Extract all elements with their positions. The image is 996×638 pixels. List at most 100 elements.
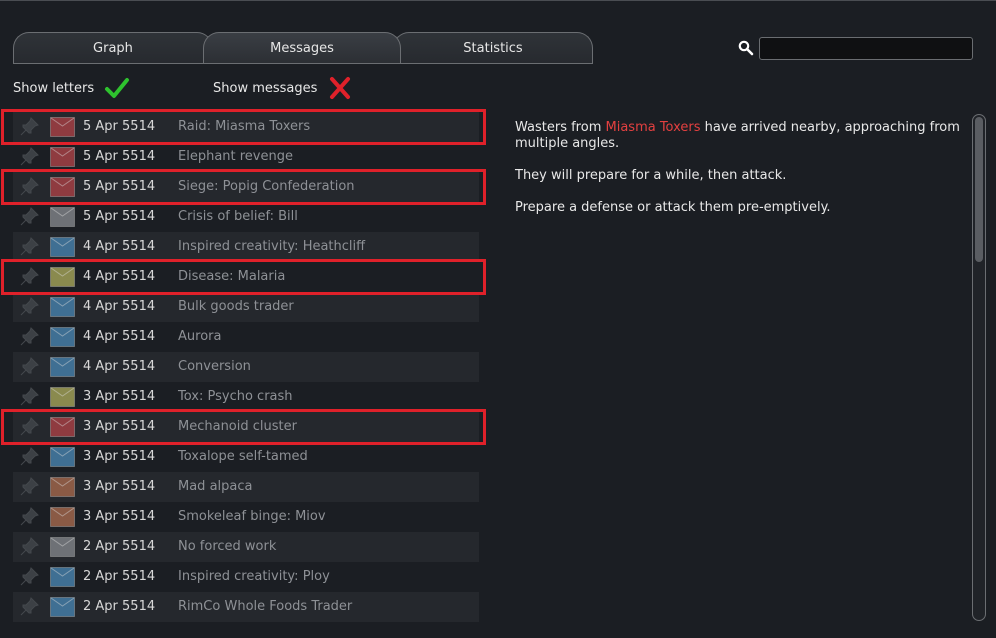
letter-row[interactable]: 3 Apr 5514 Mechanoid cluster [13, 412, 479, 442]
letter-date: 3 Apr 5514 [83, 449, 156, 464]
letter-row[interactable]: 4 Apr 5514 Inspired creativity: Heathclif… [13, 232, 479, 262]
search-icon [738, 40, 754, 56]
letter-title: Toxalope self-tamed [178, 449, 308, 464]
pin-icon[interactable] [18, 356, 40, 378]
letter-title: Mad alpaca [178, 479, 253, 494]
letter-row[interactable]: 3 Apr 5514 Smokeleaf binge: Miov [13, 502, 479, 532]
letter-date: 3 Apr 5514 [83, 479, 156, 494]
envelope-icon [50, 387, 75, 407]
letter-title: Disease: Malaria [178, 269, 286, 284]
pin-icon[interactable] [18, 266, 40, 288]
letter-list: 5 Apr 5514 Raid: Miasma Toxers 5 Apr 5514 E… [13, 112, 479, 622]
show-letters-toggle[interactable]: Show letters [13, 76, 130, 100]
letter-date: 3 Apr 5514 [83, 389, 156, 404]
letter-title: Inspired creativity: Heathcliff [178, 239, 366, 254]
envelope-icon [50, 357, 75, 377]
envelope-icon [50, 207, 75, 227]
letter-row[interactable]: 3 Apr 5514 Mad alpaca [13, 472, 479, 502]
letter-row[interactable]: 3 Apr 5514 Tox: Psycho crash [13, 382, 479, 412]
letter-date: 4 Apr 5514 [83, 299, 156, 314]
letter-row[interactable]: 5 Apr 5514 Siege: Popig Confederation [13, 172, 479, 202]
letter-date: 2 Apr 5514 [83, 539, 156, 554]
letter-date: 5 Apr 5514 [83, 179, 156, 194]
envelope-icon [50, 237, 75, 257]
pin-icon[interactable] [18, 296, 40, 318]
pin-icon[interactable] [18, 146, 40, 168]
letter-date: 4 Apr 5514 [83, 239, 156, 254]
detail-text: Wasters from [515, 120, 606, 135]
envelope-icon [50, 177, 75, 197]
checkmark-icon [105, 78, 130, 98]
letter-title: No forced work [178, 539, 277, 554]
tab-graph[interactable]: Graph [13, 32, 213, 63]
pin-icon[interactable] [18, 536, 40, 558]
pin-icon[interactable] [18, 386, 40, 408]
tab-statistics[interactable]: Statistics [393, 32, 593, 63]
pin-icon[interactable] [18, 206, 40, 228]
pin-icon[interactable] [18, 596, 40, 618]
letter-date: 4 Apr 5514 [83, 269, 156, 284]
envelope-icon [50, 447, 75, 467]
show-letters-label: Show letters [13, 80, 95, 96]
letter-row[interactable]: 2 Apr 5514 No forced work [13, 532, 479, 562]
pin-icon[interactable] [18, 506, 40, 528]
pin-icon[interactable] [18, 236, 40, 258]
letter-title: Bulk goods trader [178, 299, 294, 314]
pin-icon[interactable] [18, 326, 40, 348]
search-input[interactable] [759, 37, 973, 60]
envelope-icon [50, 537, 75, 557]
letter-title: Siege: Popig Confederation [178, 179, 355, 194]
pin-icon[interactable] [18, 476, 40, 498]
cross-icon [330, 77, 351, 99]
letter-date: 4 Apr 5514 [83, 359, 156, 374]
letter-title: Raid: Miasma Toxers [178, 119, 311, 134]
letter-date: 3 Apr 5514 [83, 509, 156, 524]
envelope-icon [50, 417, 75, 437]
letter-row[interactable]: 4 Apr 5514 Conversion [13, 352, 479, 382]
pin-icon[interactable] [18, 446, 40, 468]
letter-title: Tox: Psycho crash [178, 389, 293, 404]
letter-date: 2 Apr 5514 [83, 599, 156, 614]
detail-paragraph-2: They will prepare for a while, then atta… [515, 168, 787, 183]
letter-row[interactable]: 4 Apr 5514 Disease: Malaria [13, 262, 479, 292]
letter-date: 3 Apr 5514 [83, 419, 156, 434]
letter-row[interactable]: 3 Apr 5514 Toxalope self-tamed [13, 442, 479, 472]
letter-date: 5 Apr 5514 [83, 119, 156, 134]
letter-title: Mechanoid cluster [178, 419, 297, 434]
pin-icon[interactable] [18, 566, 40, 588]
envelope-icon [50, 507, 75, 527]
letter-title: Smokeleaf binge: Miov [178, 509, 326, 524]
pin-icon[interactable] [18, 176, 40, 198]
tab-bar: Graph Statistics Messages [13, 32, 593, 64]
envelope-icon [50, 267, 75, 287]
letter-title: Conversion [178, 359, 251, 374]
letter-title: Elephant revenge [178, 149, 293, 164]
letter-title: Crisis of belief: Bill [178, 209, 298, 224]
tab-messages[interactable]: Messages [203, 32, 401, 63]
pin-icon[interactable] [18, 116, 40, 138]
faction-link[interactable]: Miasma Toxers [606, 120, 701, 135]
letter-row[interactable]: 5 Apr 5514 Crisis of belief: Bill [13, 202, 479, 232]
letter-date: 4 Apr 5514 [83, 329, 156, 344]
pin-icon[interactable] [18, 416, 40, 438]
letter-row[interactable]: 4 Apr 5514 Bulk goods trader [13, 292, 479, 322]
letter-row[interactable]: 5 Apr 5514 Elephant revenge [13, 142, 479, 172]
envelope-icon [50, 327, 75, 347]
detail-scrollbar-thumb[interactable] [975, 117, 983, 262]
envelope-icon [50, 567, 75, 587]
envelope-icon [50, 477, 75, 497]
top-border [0, 0, 996, 1]
detail-paragraph-1: Wasters from Miasma Toxers have arrived … [515, 120, 960, 152]
letter-row[interactable]: 2 Apr 5514 Inspired creativity: Ploy [13, 562, 479, 592]
envelope-icon [50, 597, 75, 617]
letter-row[interactable]: 2 Apr 5514 RimCo Whole Foods Trader [13, 592, 479, 622]
letter-detail: Wasters from Miasma Toxers have arrived … [515, 120, 960, 232]
show-messages-toggle[interactable]: Show messages [213, 76, 353, 100]
show-messages-label: Show messages [213, 80, 318, 96]
detail-paragraph-3: Prepare a defense or attack them pre-emp… [515, 200, 831, 215]
letter-row[interactable]: 4 Apr 5514 Aurora [13, 322, 479, 352]
tab-divider [13, 63, 593, 64]
letter-row[interactable]: 5 Apr 5514 Raid: Miasma Toxers [13, 112, 479, 142]
letter-date: 5 Apr 5514 [83, 209, 156, 224]
letter-date: 2 Apr 5514 [83, 569, 156, 584]
